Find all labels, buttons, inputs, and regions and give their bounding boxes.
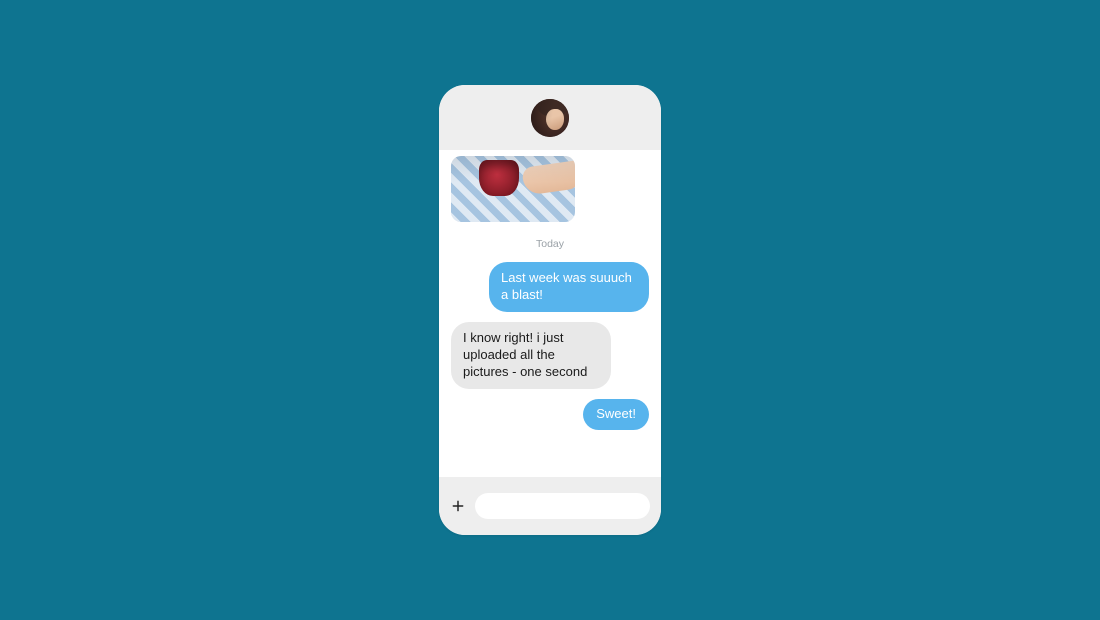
avatar-shade: [531, 99, 569, 137]
message-input[interactable]: [475, 493, 650, 519]
chat-header: [439, 85, 661, 150]
message-text: Sweet!: [596, 406, 636, 421]
message-text: Last week was suuuch a blast!: [501, 270, 632, 302]
chat-window: Today Last week was suuuch a blast! I kn…: [439, 85, 661, 535]
contact-avatar[interactable]: [531, 99, 569, 137]
date-separator: Today: [451, 238, 649, 250]
message-text: I know right! i just uploaded all the pi…: [463, 330, 587, 378]
photo-shade: [451, 156, 575, 222]
plus-icon: [451, 499, 465, 513]
message-bubble-received[interactable]: I know right! i just uploaded all the pi…: [451, 322, 611, 389]
send-icon: [660, 498, 661, 514]
message-list[interactable]: Today Last week was suuuch a blast! I kn…: [439, 150, 661, 477]
image-message[interactable]: [451, 156, 575, 222]
attach-button[interactable]: [451, 496, 465, 516]
composer-bar: [439, 477, 661, 535]
message-bubble-sent[interactable]: Sweet!: [583, 399, 649, 430]
message-bubble-sent[interactable]: Last week was suuuch a blast!: [489, 262, 649, 312]
send-button[interactable]: [660, 496, 661, 516]
